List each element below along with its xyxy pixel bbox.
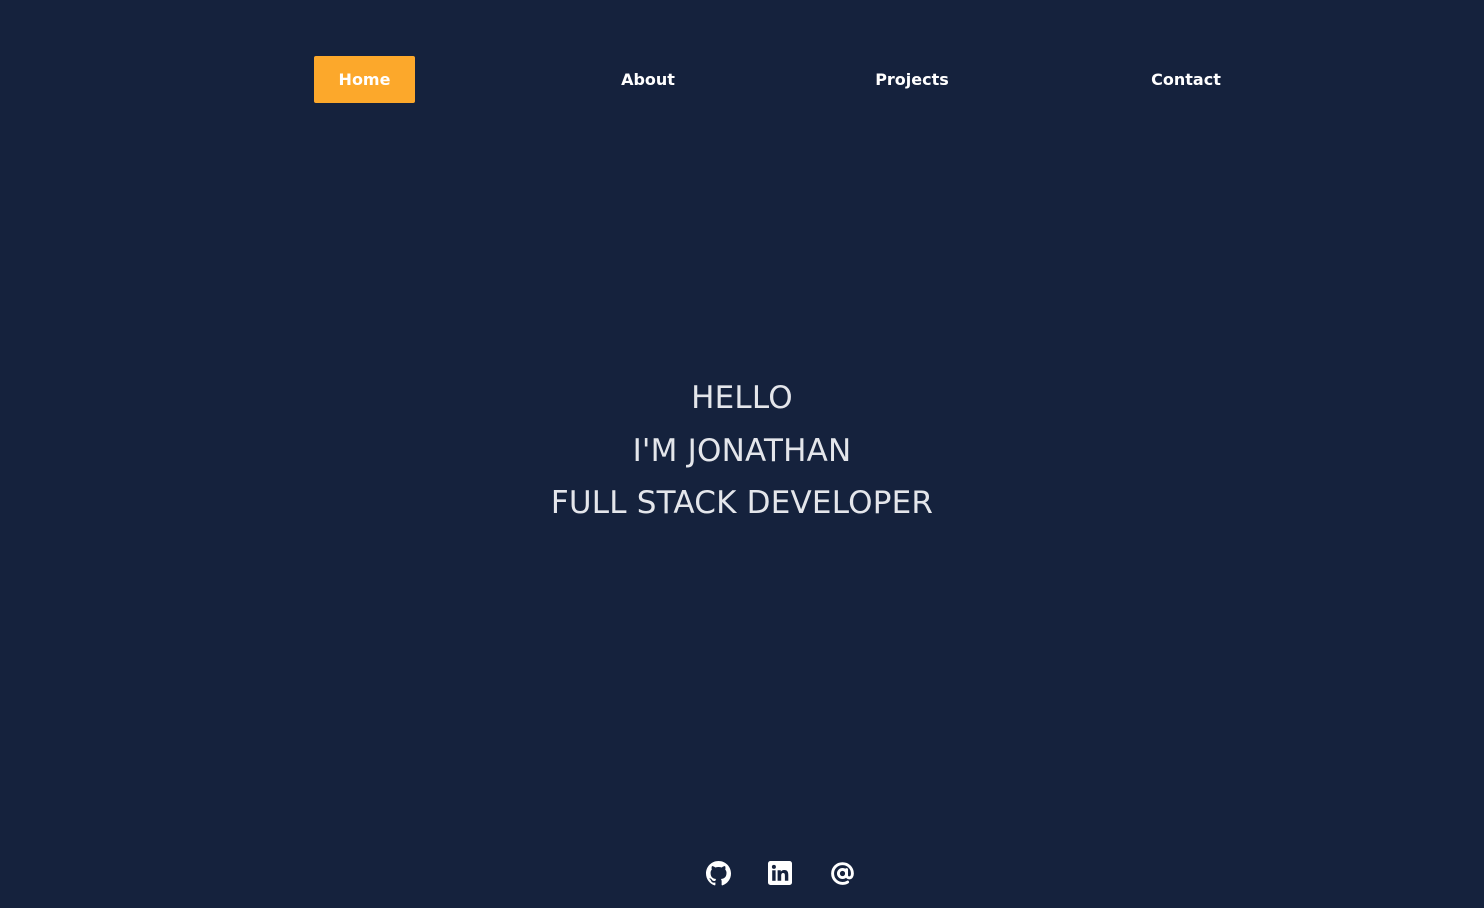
hero-greeting: HELLO bbox=[691, 380, 793, 416]
main-nav: Home About Projects Contact bbox=[0, 56, 1484, 103]
linkedin-link[interactable] bbox=[766, 859, 794, 887]
email-link[interactable] bbox=[828, 859, 856, 887]
nav-about-link[interactable]: About bbox=[613, 56, 683, 103]
hero-section: HELLO I'M JONATHAN FULL STACK DEVELOPER bbox=[0, 372, 1484, 530]
github-link[interactable] bbox=[704, 859, 732, 887]
github-icon bbox=[705, 860, 731, 886]
hero-role: FULL STACK DEVELOPER bbox=[550, 485, 934, 521]
page: Home About Projects Contact HELLO I'M JO… bbox=[0, 0, 1484, 908]
nav-home-button[interactable]: Home bbox=[314, 56, 415, 103]
at-sign-icon bbox=[830, 861, 855, 886]
linkedin-icon bbox=[768, 861, 792, 885]
social-links bbox=[0, 859, 1484, 887]
nav-projects-link[interactable]: Projects bbox=[868, 56, 956, 103]
hero-name: I'M JONATHAN bbox=[632, 432, 852, 469]
nav-contact-link[interactable]: Contact bbox=[1142, 56, 1230, 103]
